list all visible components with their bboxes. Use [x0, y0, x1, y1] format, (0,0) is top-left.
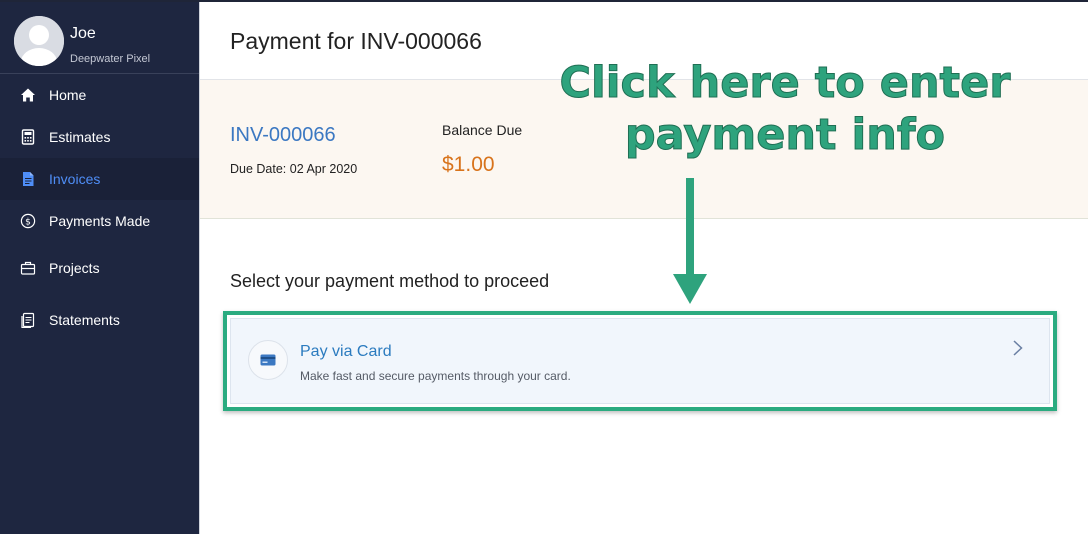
sidebar-item-label: Statements: [49, 312, 120, 328]
chevron-right-icon: [1011, 339, 1025, 357]
invoice-number-link[interactable]: INV-000066: [230, 124, 336, 147]
avatar: [14, 16, 64, 66]
payment-method-prompt: Select your payment method to proceed: [230, 271, 550, 291]
sidebar-item-projects[interactable]: Projects: [0, 242, 199, 294]
sidebar-item-home[interactable]: Home: [0, 74, 199, 116]
invoice-due-date: Due Date: 02 Apr 2020: [230, 162, 358, 176]
svg-text:$: $: [25, 217, 31, 227]
organization-name: Deepwater Pixel: [70, 53, 151, 65]
balance-due-label: Balance Due: [442, 122, 523, 138]
briefcase-icon: [19, 259, 37, 277]
sidebar-item-label: Home: [49, 87, 87, 103]
user-silhouette-icon: [14, 16, 64, 66]
pay-via-card-panel[interactable]: Pay via Card Make fast and secure paymen…: [230, 318, 1050, 404]
sidebar-item-label: Invoices: [49, 171, 101, 187]
statement-icon: [19, 311, 37, 329]
pay-via-card-option[interactable]: Pay via Card Make fast and secure paymen…: [223, 311, 1057, 411]
user-name: Joe: [70, 25, 96, 42]
sidebar-item-label: Projects: [49, 260, 100, 276]
credit-card-icon: [248, 340, 288, 380]
pay-via-card-description: Make fast and secure payments through yo…: [300, 369, 571, 383]
annotation-callout: Click here to enter payment info: [555, 57, 1015, 161]
sidebar-item-statements[interactable]: Statements: [0, 294, 199, 346]
sidebar-item-payments-made[interactable]: $ Payments Made: [0, 200, 199, 242]
sidebar-item-label: Payments Made: [49, 213, 151, 229]
document-icon: [19, 170, 37, 188]
annotation-line-2: payment info: [624, 110, 946, 161]
sidebar-item-estimates[interactable]: Estimates: [0, 116, 199, 158]
balance-due-amount: $1.00: [442, 153, 495, 176]
sidebar-item-label: Estimates: [49, 129, 111, 145]
pay-via-card-title: Pay via Card: [300, 343, 392, 360]
sidebar-item-invoices[interactable]: Invoices: [0, 158, 199, 200]
home-icon: [19, 86, 37, 104]
down-arrow-icon: [671, 178, 709, 306]
sidebar-nav: Home Estimates Invoices $ Payments Made …: [0, 74, 199, 346]
calculator-icon: [19, 128, 37, 146]
annotation-line-1: Click here to enter: [559, 58, 1011, 109]
sidebar: Joe Deepwater Pixel Home Estimates Invoi…: [0, 2, 199, 534]
user-profile[interactable]: Joe Deepwater Pixel: [0, 2, 199, 74]
page-title: Payment for INV-000066: [230, 28, 482, 54]
dollar-circle-icon: $: [19, 212, 37, 230]
